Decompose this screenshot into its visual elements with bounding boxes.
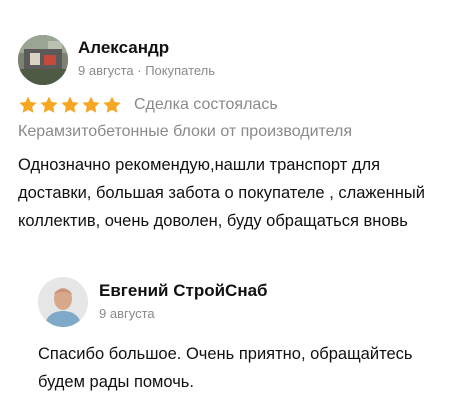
- star-rating: [18, 95, 122, 115]
- deal-status: Сделка состоялась: [134, 96, 278, 113]
- star-icon: [19, 96, 37, 113]
- review-text: Однозначно рекомендую,нашли транспорт дл…: [18, 156, 425, 230]
- star-icon: [61, 96, 79, 113]
- author-name[interactable]: Александр: [78, 38, 169, 58]
- star-icon: [82, 96, 100, 113]
- reply-avatar-photo: [38, 277, 88, 327]
- reply-text: Спасибо большое. Очень приятно, обращайт…: [38, 345, 413, 391]
- rating-row: Сделка состоялась: [18, 95, 278, 115]
- reply-avatar[interactable]: [38, 277, 88, 327]
- avatar-photo: [18, 35, 68, 85]
- reply-date: 9 августа: [99, 306, 155, 321]
- review-date: 9 августа: [78, 63, 134, 78]
- author-role: Покупатель: [145, 63, 216, 78]
- author-meta: 9 августа · Покупатель: [78, 63, 215, 78]
- review-card: Александр 9 августа · Покупатель Сделка …: [0, 0, 449, 410]
- meta-separator: ·: [133, 63, 146, 78]
- star-icon: [40, 96, 58, 113]
- product-name[interactable]: Керамзитобетонные блоки от производителя: [18, 123, 352, 141]
- reply-author-name[interactable]: Евгений СтройСнаб: [99, 281, 268, 301]
- star-icon: [103, 96, 121, 113]
- avatar[interactable]: [18, 35, 68, 85]
